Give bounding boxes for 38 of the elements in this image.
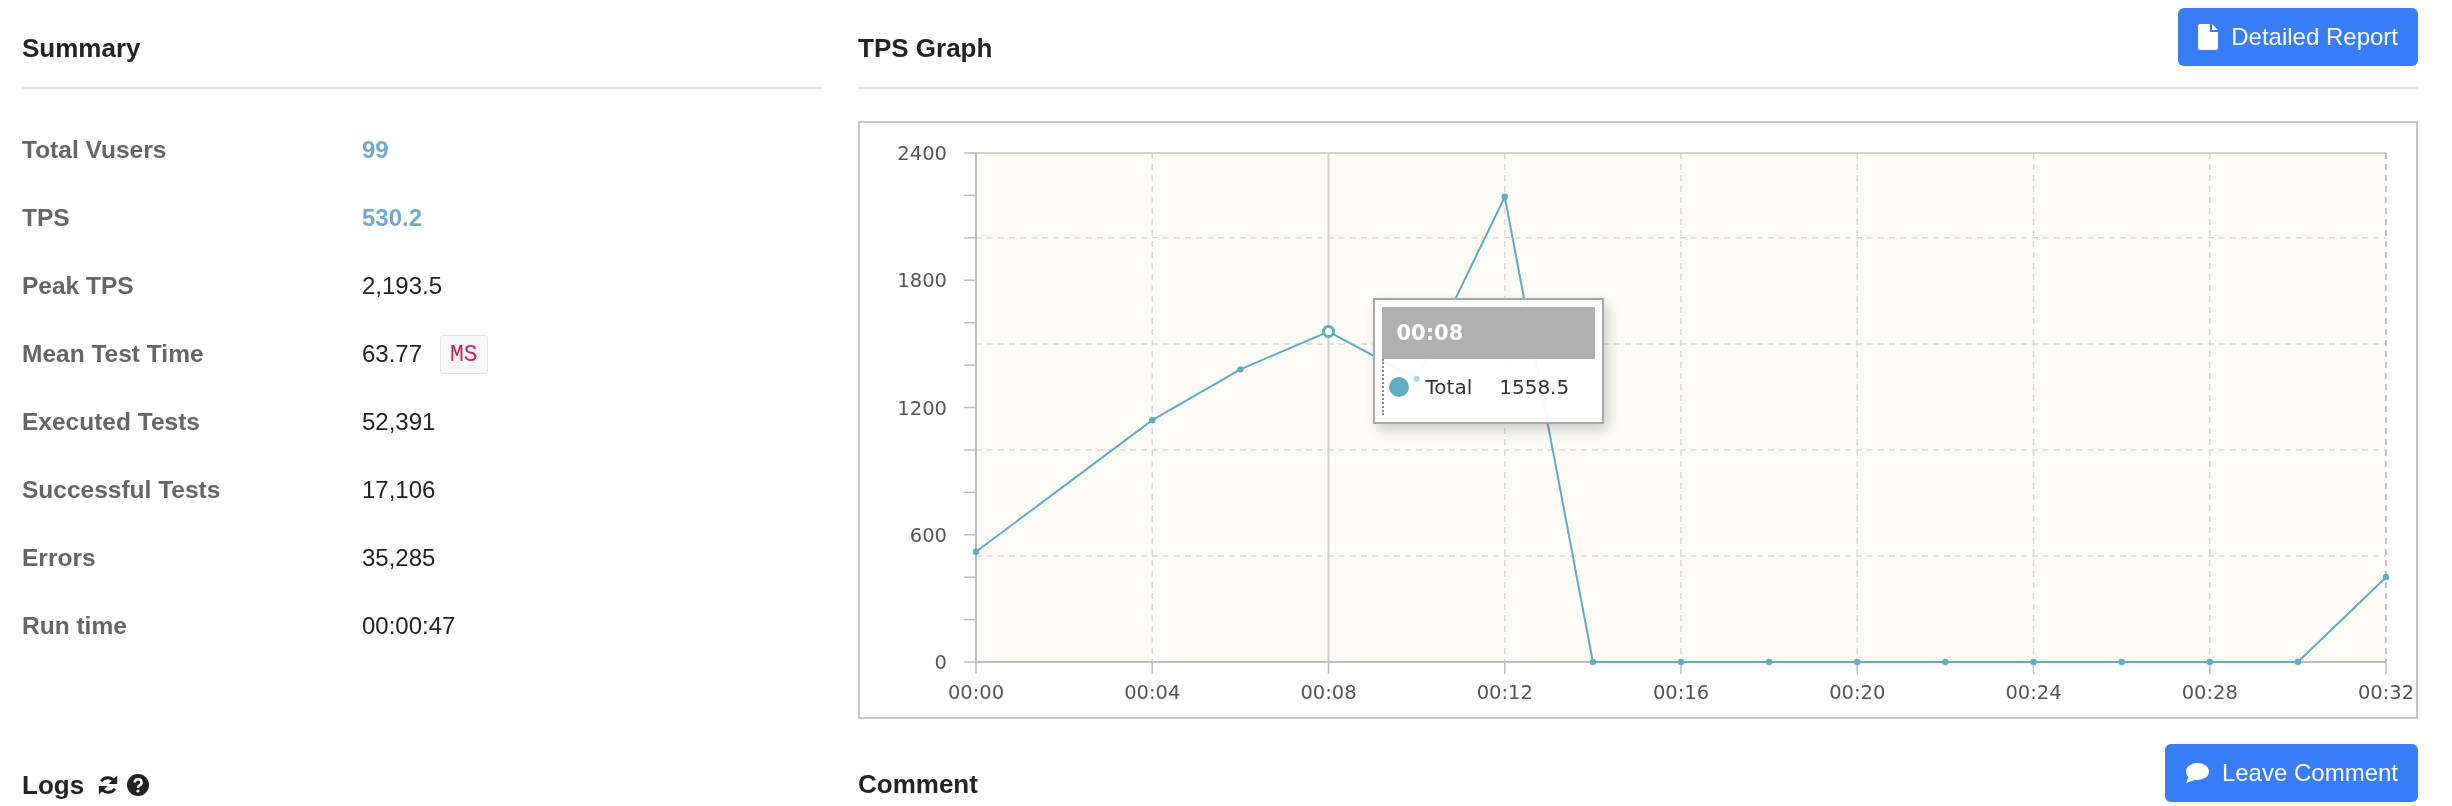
x-axis-label: 00:32 xyxy=(2357,681,2415,704)
x-axis-label: 00:04 xyxy=(1124,681,1181,704)
stat-value: 2,193.5 xyxy=(362,271,443,301)
stat-value: 63.77 xyxy=(362,339,423,369)
x-axis-label: 00:16 xyxy=(1652,681,1710,704)
logs-title: Logs xyxy=(22,769,85,800)
y-axis-label: 2400 xyxy=(897,142,947,165)
stat-label: Run time xyxy=(22,611,127,641)
summary-title: Summary xyxy=(22,33,141,63)
y-axis-label: 1200 xyxy=(897,396,947,420)
x-axis-label: 00:00 xyxy=(947,681,1005,704)
stat-label: Successful Tests xyxy=(22,475,221,505)
tooltip-title: 00:08 xyxy=(1381,307,1595,360)
stat-label: Total Vusers xyxy=(22,135,167,165)
stat-value: 35,285 xyxy=(362,543,436,573)
x-axis-label: 00:28 xyxy=(2181,681,2238,704)
graph-title: TPS Graph xyxy=(858,33,993,63)
stat-value: 52,391 xyxy=(362,407,436,437)
stat-label: Executed Tests xyxy=(22,407,200,437)
y-axis-label: 0 xyxy=(934,651,947,674)
series-name: Total xyxy=(1425,375,1473,400)
stat-label: Errors xyxy=(22,543,96,573)
y-axis-label: 600 xyxy=(909,523,947,547)
stat-value: 00:00:47 xyxy=(362,611,456,641)
comment-title: Comment xyxy=(858,769,978,799)
stat-value: 99 xyxy=(362,135,389,165)
stat-label: Peak TPS xyxy=(22,271,134,301)
stat-value: 17,106 xyxy=(362,475,436,505)
stat-label: TPS xyxy=(22,203,70,233)
tooltip-value: 1558.5 xyxy=(1499,375,1570,400)
x-axis-label: 00:12 xyxy=(1476,681,1533,704)
y-axis-label: 1800 xyxy=(897,269,947,293)
stat-value: 530.2 xyxy=(362,203,423,233)
unit-badge: MS xyxy=(440,334,488,374)
stat-label: Mean Test Time xyxy=(22,339,204,369)
x-axis-label: 00:20 xyxy=(1829,681,1886,704)
x-axis-label: 00:24 xyxy=(2005,681,2062,704)
x-axis-label: 00:08 xyxy=(1300,681,1357,704)
